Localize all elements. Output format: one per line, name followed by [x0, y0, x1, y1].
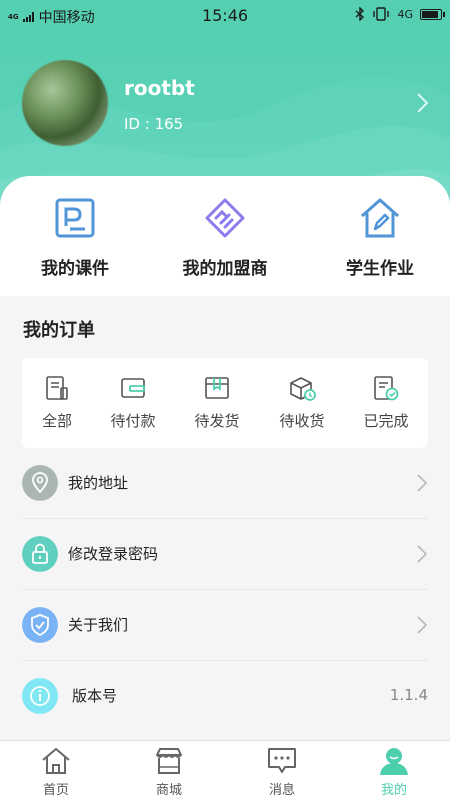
tab-label: 消息 [268, 783, 295, 798]
menu-label: 修改登录密码 [68, 545, 159, 563]
battery-icon [420, 8, 445, 20]
quick-action-courseware[interactable]: 我的课件 [0, 196, 150, 279]
quick-action-franchisee[interactable]: 我的加盟商 [150, 196, 300, 279]
courseware-icon [55, 198, 95, 238]
store-icon [156, 748, 182, 774]
quick-action-label: 我的加盟商 [182, 259, 268, 279]
order-label: 全部 [41, 412, 72, 430]
order-all[interactable]: 全部 [17, 374, 97, 431]
package-icon [205, 377, 229, 399]
profile-chevron-right-icon[interactable] [416, 92, 430, 114]
message-icon [268, 748, 296, 773]
handshake-icon [205, 198, 245, 238]
shield-icon [22, 607, 58, 643]
order-label: 待付款 [110, 412, 156, 430]
user-id: ID : 165 [124, 115, 184, 133]
tab-label: 我的 [380, 783, 407, 798]
chevron-right-icon [417, 474, 427, 492]
tab-store[interactable]: 商城 [113, 745, 225, 798]
order-pending-shipment[interactable]: 待发货 [177, 374, 257, 431]
order-completed[interactable]: 已完成 [346, 374, 426, 431]
bluetooth-icon [356, 7, 365, 21]
profile-icon [380, 748, 408, 775]
order-label: 已完成 [363, 412, 409, 430]
chevron-right-icon [417, 616, 427, 634]
order-pending-payment[interactable]: 待付款 [93, 374, 173, 431]
quick-action-label: 学生作业 [346, 259, 414, 279]
chevron-right-icon [417, 545, 427, 563]
version-value: 1.1.4 [389, 686, 428, 704]
menu-label: 版本号 [72, 687, 118, 705]
data-type: 4G [397, 7, 413, 21]
username: rootbt [124, 76, 195, 100]
menu-item-address[interactable]: 我的地址 [0, 448, 450, 519]
status-right: 4G [355, 7, 445, 21]
order-pending-receipt[interactable]: 待收货 [262, 374, 342, 431]
menu-label: 关于我们 [68, 616, 129, 634]
menu-item-change-password[interactable]: 修改登录密码 [0, 519, 450, 590]
status-bar: 4G 中国移动 15:46 4G [0, 0, 450, 32]
menu-item-version: 版本号 1.1.4 [0, 661, 450, 732]
orders-title: 我的订单 [23, 320, 95, 341]
completed-icon [374, 376, 399, 401]
avatar[interactable] [22, 60, 108, 146]
orders-card: 全部 待付款 待发货 待收货 已完成 [22, 358, 428, 448]
order-label: 待收货 [279, 412, 325, 430]
homework-icon [361, 198, 399, 238]
menu-item-about-us[interactable]: 关于我们 [0, 590, 450, 661]
info-icon [22, 678, 58, 714]
location-icon [22, 465, 58, 501]
tab-label: 商城 [155, 783, 182, 798]
quick-action-label: 我的课件 [41, 259, 109, 279]
delivery-box-icon [290, 377, 316, 401]
vibrate-icon [373, 7, 390, 21]
menu-label: 我的地址 [68, 474, 129, 492]
tab-home[interactable]: 首页 [0, 745, 112, 798]
quick-actions-card: 我的课件 我的加盟商 学生作业 [0, 176, 450, 296]
home-icon [42, 748, 70, 774]
tab-label: 首页 [42, 783, 69, 798]
bottom-tab-bar: 首页 商城 消息 我的 [0, 740, 450, 800]
lock-icon [22, 536, 58, 572]
all-orders-icon [46, 376, 68, 400]
wallet-icon [121, 378, 145, 398]
tab-profile[interactable]: 我的 [338, 745, 450, 798]
quick-action-homework[interactable]: 学生作业 [305, 196, 450, 279]
tab-messages[interactable]: 消息 [226, 745, 338, 798]
order-label: 待发货 [194, 412, 240, 430]
